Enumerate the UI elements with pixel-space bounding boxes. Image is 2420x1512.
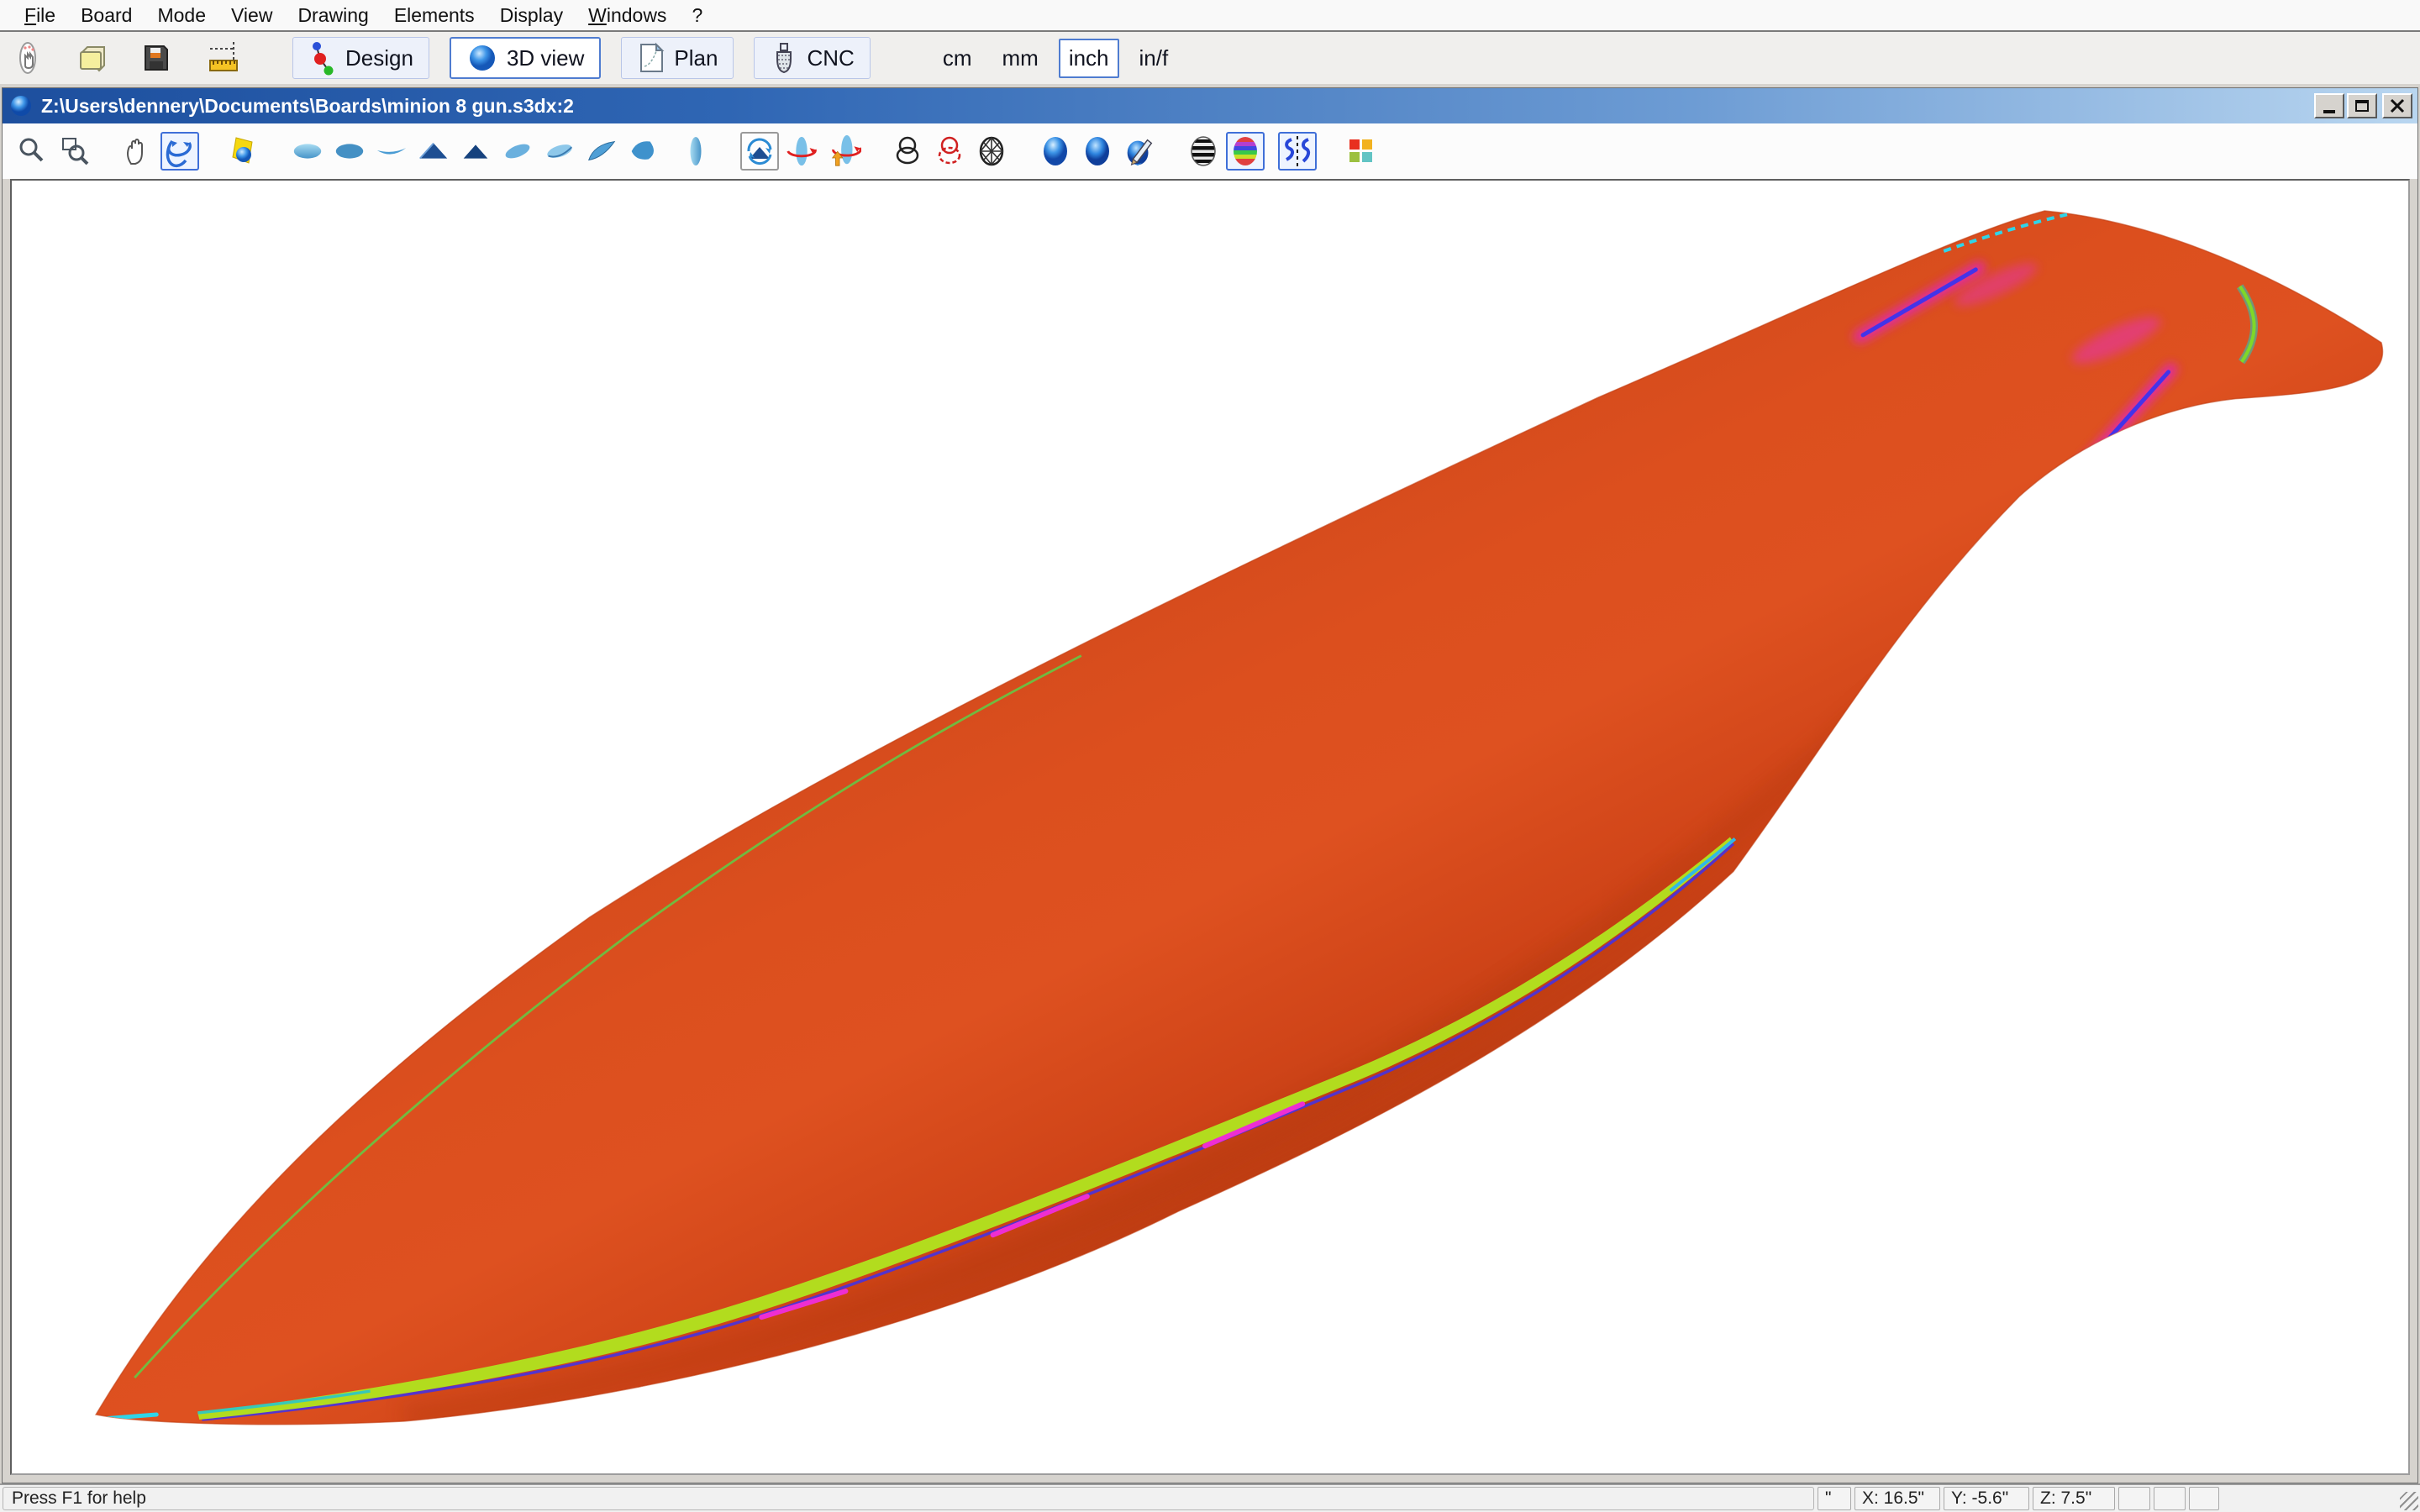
cnc-bit-icon — [770, 40, 798, 76]
flip-board-icon[interactable] — [824, 132, 863, 171]
unit-cm[interactable]: cm — [933, 39, 982, 78]
status-z: Z: 7.5" — [2033, 1487, 2115, 1510]
design-label: Design — [345, 45, 413, 71]
menu-mode[interactable]: Mode — [145, 4, 218, 27]
document-sphere-icon — [9, 94, 33, 118]
view-section2-icon[interactable] — [456, 132, 495, 171]
menu-windows[interactable]: Windows — [576, 4, 679, 27]
plan-label: Plan — [674, 45, 718, 71]
design-nodes-icon — [308, 40, 337, 76]
minimize-button[interactable] — [2314, 93, 2344, 118]
smooth-sphere-icon[interactable] — [1078, 132, 1117, 171]
view-persp2-icon[interactable] — [540, 132, 579, 171]
plan-mode-button[interactable]: Plan — [621, 37, 734, 79]
menu-view[interactable]: View — [218, 4, 285, 27]
view-persp4-icon[interactable] — [624, 132, 663, 171]
menu-display[interactable]: Display — [487, 4, 576, 27]
measurements-ruler-icon[interactable] — [205, 39, 244, 77]
wireframe-icon[interactable] — [888, 132, 927, 171]
view-persp3-icon[interactable] — [582, 132, 621, 171]
view-rocker-icon[interactable] — [372, 132, 411, 171]
document-title-bar[interactable]: Z:\Users\dennery\Documents\Boards\minion… — [3, 88, 2417, 123]
menu-drawing[interactable]: Drawing — [285, 4, 381, 27]
status-x: X: 16.5" — [1854, 1487, 1940, 1510]
maximize-icon — [2355, 100, 2369, 112]
plan-page-icon — [637, 41, 666, 75]
view-persp1-icon[interactable] — [498, 132, 537, 171]
status-bar: Press F1 for help " X: 16.5" Y: -5.6" Z:… — [0, 1483, 2420, 1512]
menu-help[interactable]: ? — [679, 4, 715, 27]
zoom-region-icon[interactable] — [55, 132, 93, 171]
open-folder-icon[interactable] — [74, 39, 113, 77]
curvature-sphere-icon[interactable] — [1226, 132, 1265, 171]
minimize-icon — [2323, 110, 2335, 113]
menu-bar: File Board Mode View Drawing Elements Di… — [0, 0, 2420, 32]
sphere-icon — [466, 42, 498, 74]
mesh-sphere-icon[interactable] — [972, 132, 1011, 171]
main-toolbar: Design 3D view Plan CNC cm mm inch in/f — [0, 32, 2420, 84]
view-deck-icon[interactable] — [288, 132, 327, 171]
view-section-icon[interactable] — [414, 132, 453, 171]
cnc-label: CNC — [807, 45, 854, 71]
design-mode-button[interactable]: Design — [292, 37, 429, 79]
save-icon[interactable] — [136, 39, 175, 77]
maximize-button[interactable] — [2347, 93, 2377, 118]
board-silhouette — [96, 211, 2382, 1425]
cnc-mode-button[interactable]: CNC — [754, 37, 870, 79]
resize-grip[interactable] — [2400, 1492, 2418, 1510]
board-3d-render[interactable] — [12, 181, 2408, 1473]
view-front-icon[interactable] — [676, 132, 715, 171]
zebra-sphere-icon[interactable] — [1184, 132, 1223, 171]
view3d-label: 3D view — [507, 45, 584, 71]
wireframe-red-icon[interactable] — [930, 132, 969, 171]
shaded-sphere-icon[interactable] — [1036, 132, 1075, 171]
menu-file[interactable]: File — [12, 4, 68, 27]
section-rotate-icon[interactable] — [740, 132, 779, 171]
menu-elements[interactable]: Elements — [381, 4, 487, 27]
status-extra-1 — [2118, 1487, 2150, 1510]
render-light-icon[interactable] — [224, 132, 263, 171]
rotate-3d-icon[interactable] — [160, 132, 199, 171]
close-icon — [2390, 98, 2405, 113]
new-board-icon[interactable] — [12, 39, 50, 77]
status-y: Y: -5.6" — [1944, 1487, 2029, 1510]
status-extra-3 — [2189, 1487, 2219, 1510]
status-help: Press F1 for help — [3, 1487, 1814, 1510]
viewport-3d[interactable] — [10, 179, 2410, 1475]
unit-inf[interactable]: in/f — [1129, 39, 1179, 78]
spin-board-icon[interactable] — [782, 132, 821, 171]
status-extra-2 — [2154, 1487, 2186, 1510]
view-bottom-icon[interactable] — [330, 132, 369, 171]
status-unit-marker: " — [1818, 1487, 1851, 1510]
view3d-mode-button[interactable]: 3D view — [450, 37, 601, 79]
close-button[interactable] — [2382, 93, 2412, 118]
paint-sphere-icon[interactable] — [1120, 132, 1159, 171]
unit-mm[interactable]: mm — [992, 39, 1048, 78]
document-title: Z:\Users\dennery\Documents\Boards\minion… — [41, 95, 2312, 118]
menu-board[interactable]: Board — [68, 4, 145, 27]
board-document-window: Z:\Users\dennery\Documents\Boards\minion… — [2, 87, 2418, 1483]
pan-hand-icon[interactable] — [118, 132, 157, 171]
flow-lines-icon[interactable] — [1278, 132, 1317, 171]
view-toolbar — [3, 123, 2417, 179]
color-palette-icon[interactable] — [1342, 132, 1381, 171]
unit-inch[interactable]: inch — [1059, 39, 1119, 78]
zoom-icon[interactable] — [13, 132, 51, 171]
